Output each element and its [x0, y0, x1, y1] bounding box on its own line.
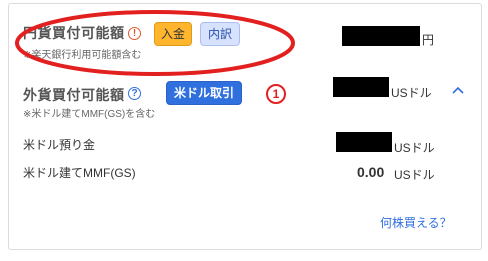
foreign-note: ※米ドル建てMMF(GS)を含む	[23, 109, 156, 120]
balance-card: 円貨買付可能額 ! 入金 内訳 ※楽天銀行利用可能額含む 円 外貨買付可能額 ?…	[8, 3, 482, 250]
how-many-shares-link[interactable]: 何株買える？	[380, 214, 452, 231]
usd-deposit-label: 米ドル預り金	[23, 138, 96, 152]
chevron-up-icon[interactable]	[451, 85, 465, 95]
foreign-unit: USドル	[391, 86, 432, 100]
usd-deposit-unit: USドル	[394, 141, 435, 155]
usd-mmf-unit: USドル	[394, 168, 435, 182]
foreign-available-title: 外貨買付可能額	[23, 87, 125, 103]
redacted-foreign-amount	[333, 77, 389, 97]
redacted-usd-deposit	[336, 132, 392, 152]
annotation-ellipse	[15, 10, 295, 76]
question-info-icon[interactable]: ?	[128, 87, 141, 100]
usd-trade-button[interactable]: 米ドル取引	[166, 81, 242, 105]
usd-mmf-label: 米ドル建てMMF(GS)	[23, 166, 136, 180]
usd-mmf-value: 0.00	[357, 164, 385, 180]
yen-unit: 円	[422, 33, 435, 47]
annotation-number-one: 1	[266, 84, 286, 104]
redacted-yen-amount	[342, 26, 420, 46]
